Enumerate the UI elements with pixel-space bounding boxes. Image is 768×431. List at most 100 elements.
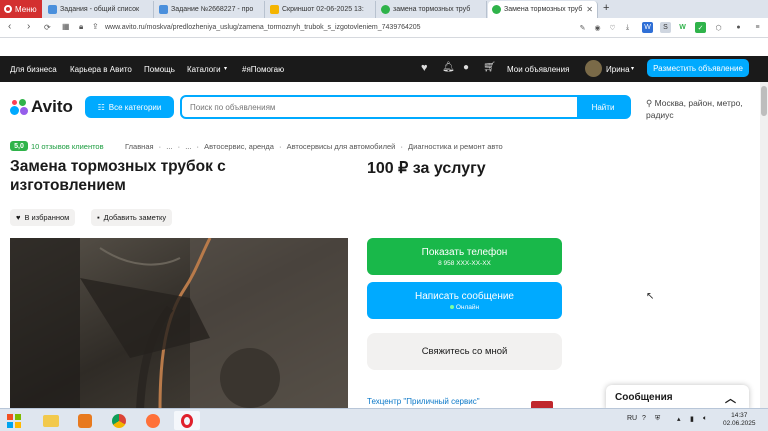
messages-chat-icon[interactable]: ● <box>463 62 469 73</box>
network-icon[interactable]: ▮ <box>690 415 694 423</box>
browser-tab[interactable]: Задания - общий список <box>44 1 154 18</box>
volume-icon[interactable]: 🔈︎ <box>703 415 707 423</box>
breadcrumb-item[interactable]: Автосервисы для автомобилей <box>287 142 396 151</box>
breadcrumb-item[interactable]: ... <box>166 142 172 151</box>
all-categories-label: Все категории <box>108 102 162 112</box>
note-icon: ▪ <box>97 213 100 222</box>
find-button[interactable]: Найти <box>577 97 629 117</box>
browser-menu-label: Меню <box>15 4 37 14</box>
media-player-icon[interactable] <box>72 411 98 430</box>
site-top-nav: Для бизнеса Карьера в Авито Помощь Катал… <box>0 56 768 82</box>
breadcrumb-item[interactable]: Главная <box>125 142 154 151</box>
camera-icon[interactable]: ◉ <box>592 22 603 33</box>
breadcrumb-separator: · <box>177 142 181 151</box>
speed-dial-icon[interactable]: ▦ <box>62 22 70 31</box>
heart-icon[interactable]: ♡ <box>607 22 618 33</box>
notifications-bell-icon[interactable]: 🔔︎ <box>442 62 455 73</box>
browser-tab-active[interactable]: Замена тормозных труб ✕ <box>488 1 598 18</box>
messages-widget[interactable]: Сообщения ︿ <box>606 385 749 410</box>
chevron-up-icon[interactable]: ︿ <box>725 390 736 406</box>
add-note-button[interactable]: ▪ Добавить заметку <box>91 209 173 226</box>
post-ad-button[interactable]: Разместить объявление <box>647 59 749 77</box>
w-extension-icon[interactable]: W <box>677 22 688 33</box>
s-extension-icon[interactable]: S <box>660 22 671 33</box>
phone-masked: 8 958 XXX-XX-XX <box>438 259 491 267</box>
categories-grid-icon: ☷ <box>97 102 105 112</box>
location-selector[interactable]: ⚲ Москва, район, метро, радиус <box>646 97 756 121</box>
forward-icon[interactable]: › <box>27 21 30 32</box>
drive-favicon-icon <box>270 5 279 14</box>
file-explorer-icon[interactable] <box>38 411 64 430</box>
seller-name-link[interactable]: Техцентр "Приличный сервис" <box>367 397 480 406</box>
breadcrumb-separator: · <box>196 142 200 151</box>
listing-title: Замена тормозных трубок с изготовлением <box>10 158 226 194</box>
language-indicator[interactable]: RU <box>627 415 637 422</box>
nav-link-business[interactable]: Для бизнеса <box>10 65 57 74</box>
browser-tab[interactable]: Скриншот 02-06-2025 13: <box>266 1 376 18</box>
user-name[interactable]: Ирина <box>606 65 630 74</box>
windows-taskbar: RU ? ⛨ ▴ ▮ 🔈︎ 14:37 02.06.2025 <box>0 408 768 431</box>
location-text: Москва, район, метро, радиус <box>646 98 743 120</box>
clock[interactable]: 14:37 02.06.2025 <box>723 412 756 428</box>
security-icon[interactable]: ⛨ <box>655 415 660 423</box>
tab-label: замена тормозных труб <box>393 6 471 13</box>
chevron-down-icon: ▾ <box>631 66 635 72</box>
firefox-icon[interactable] <box>140 411 166 430</box>
word-extension-icon[interactable]: W <box>642 22 653 33</box>
nav-link-pomogayu[interactable]: #яПомогаю <box>242 65 284 74</box>
breadcrumb-item[interactable]: Диагностика и ремонт авто <box>408 142 503 151</box>
listing-photo[interactable] <box>10 238 348 410</box>
browser-tab[interactable]: замена тормозных труб <box>377 1 487 18</box>
nav-link-help[interactable]: Помощь <box>144 65 175 74</box>
all-categories-button[interactable]: ☷ Все категории <box>85 96 174 118</box>
breadcrumb-item[interactable]: ... <box>185 142 191 151</box>
scrollbar-thumb[interactable] <box>761 86 767 116</box>
start-button[interactable] <box>3 411 25 430</box>
avito-logo[interactable]: Avito <box>10 97 73 117</box>
cart-icon[interactable]: 🛒︎ <box>483 62 496 73</box>
engine-bay-photo <box>10 238 348 410</box>
green-extension-icon[interactable]: ✓ <box>695 22 706 33</box>
sp-favicon-icon <box>159 5 168 14</box>
share-icon[interactable]: ⇪ <box>92 22 99 31</box>
write-message-button[interactable]: Написать сообщение Онлайн <box>367 282 562 319</box>
chrome-icon[interactable] <box>106 411 132 430</box>
my-ads-link[interactable]: Мои объявления <box>507 65 569 74</box>
search-input[interactable] <box>184 99 578 115</box>
reviews-link[interactable]: 10 отзывов клиентов <box>31 142 104 151</box>
nav-link-catalogs[interactable]: Каталоги <box>187 65 221 74</box>
breadcrumb-separator: · <box>278 142 282 151</box>
close-tab-icon[interactable]: ✕ <box>586 5 593 14</box>
nav-link-career[interactable]: Карьера в Авито <box>70 65 132 74</box>
windows-logo-icon <box>7 413 21 428</box>
edit-icon[interactable]: ✎ <box>577 22 588 33</box>
download-icon[interactable]: ⤓ <box>622 22 633 33</box>
show-phone-button[interactable]: Показать телефон 8 958 XXX-XX-XX <box>367 238 562 275</box>
opera-icon[interactable] <box>174 411 200 430</box>
help-icon[interactable]: ? <box>642 415 646 422</box>
search-box: Найти <box>180 95 631 119</box>
lock-icon[interactable]: 🔒︎ <box>79 22 83 32</box>
show-phone-label: Показать телефон <box>421 246 508 258</box>
write-message-label: Написать сообщение <box>414 290 514 302</box>
tab-label: Замена тормозных труб <box>504 6 583 13</box>
back-icon[interactable]: ‹ <box>8 21 11 32</box>
page-scrollbar[interactable] <box>760 82 768 410</box>
tray-expand-icon[interactable]: ▴ <box>677 415 681 423</box>
browser-tab[interactable]: Задание №2668227 - про <box>155 1 265 18</box>
tab-label: Задание №2668227 - про <box>171 6 254 13</box>
reload-icon[interactable]: ⟳ <box>44 23 51 32</box>
breadcrumb-item[interactable]: Автосервис, аренда <box>204 142 274 151</box>
url-text[interactable]: www.avito.ru/moskva/predlozheniya_uslug/… <box>105 24 421 31</box>
new-tab-icon[interactable]: + <box>603 2 609 14</box>
avatar[interactable] <box>585 60 602 77</box>
more-menu-icon[interactable]: ≡ <box>752 22 763 33</box>
favorites-heart-icon[interactable]: ♥ <box>421 62 428 74</box>
browser-tab-bar: Меню Задания - общий список Задание №266… <box>0 0 768 18</box>
favorite-button[interactable]: ♥ В избранном <box>10 209 76 226</box>
profile-icon[interactable]: ● <box>733 22 744 33</box>
location-pin-icon: ⚲ <box>646 98 653 108</box>
extensions-cube-icon[interactable]: ⬡ <box>713 22 724 33</box>
browser-menu-button[interactable]: Меню <box>0 0 42 18</box>
contact-me-button[interactable]: Свяжитесь со мной <box>367 333 562 370</box>
